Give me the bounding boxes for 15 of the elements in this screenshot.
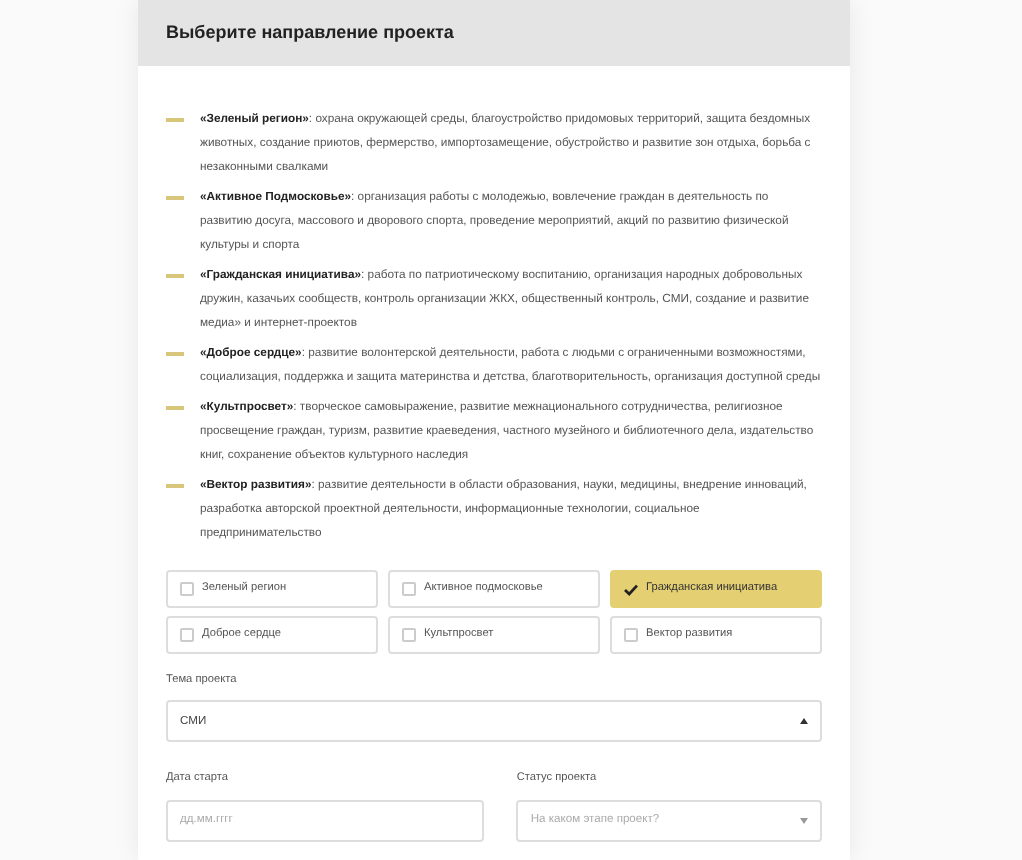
checkbox[interactable] <box>624 628 638 642</box>
check-icon <box>624 583 638 595</box>
caret-icon <box>800 718 808 725</box>
dash-marker <box>166 406 184 409</box>
checkbox[interactable] <box>180 582 194 596</box>
dash-marker <box>166 484 184 487</box>
checkbox[interactable] <box>180 628 194 642</box>
caret-icon <box>800 817 808 824</box>
section-title: Выберите направление проекта <box>166 22 454 44</box>
dash-marker <box>166 352 184 355</box>
dash-marker <box>166 196 184 199</box>
checkbox[interactable] <box>402 628 416 642</box>
dash-marker <box>166 274 184 277</box>
checkbox[interactable] <box>402 582 416 596</box>
dash-marker <box>166 118 184 121</box>
